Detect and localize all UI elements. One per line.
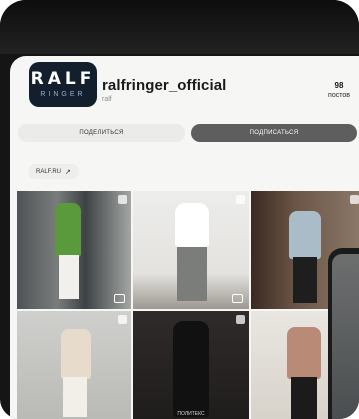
profile-handle: ralf bbox=[102, 96, 112, 103]
phone-frame: RALF RINGER ralfringer_official ralf 98 … bbox=[0, 0, 359, 419]
post-photo-figure bbox=[291, 377, 317, 419]
multi-photo-icon bbox=[350, 195, 359, 204]
profile-screen: RALF RINGER ralfringer_official ralf 98 … bbox=[10, 56, 359, 419]
subscribe-button[interactable]: ПОДПИСАТЬСЯ bbox=[191, 124, 357, 142]
reel-icon bbox=[232, 294, 243, 303]
post-photo-figure bbox=[55, 203, 81, 257]
post-photo-figure bbox=[287, 327, 321, 379]
profile-avatar[interactable]: RALF RINGER bbox=[29, 62, 97, 107]
post-photo-figure bbox=[289, 211, 321, 259]
post-tile[interactable] bbox=[17, 311, 131, 419]
posts-stat: 98 постов bbox=[319, 81, 359, 100]
external-link-icon: ↗ bbox=[65, 168, 71, 176]
post-tile[interactable]: ПОЛИТЕКС bbox=[133, 311, 249, 419]
post-photo-figure bbox=[59, 255, 79, 299]
posts-grid: ПОЛИТЕКС bbox=[17, 191, 359, 419]
post-caption: ПОЛИТЕКС bbox=[177, 411, 205, 417]
posts-count: 98 bbox=[334, 81, 344, 90]
multi-photo-icon bbox=[118, 195, 127, 204]
reel-icon bbox=[114, 294, 125, 303]
post-photo-figure bbox=[177, 247, 207, 301]
website-link-label: RALF.RU bbox=[36, 168, 62, 175]
avatar-logo-subtext: RINGER bbox=[40, 90, 86, 98]
post-photo-figure bbox=[175, 203, 209, 247]
multi-photo-icon bbox=[236, 315, 245, 324]
multi-photo-icon bbox=[118, 315, 127, 324]
post-tile[interactable] bbox=[133, 191, 249, 309]
post-tile[interactable] bbox=[17, 191, 131, 309]
profile-username: ralfringer_official bbox=[102, 77, 227, 94]
secondary-device-screen bbox=[332, 254, 359, 419]
website-link[interactable]: RALF.RU ↗ bbox=[28, 164, 79, 179]
post-photo-figure bbox=[61, 329, 91, 379]
posts-label: постов bbox=[328, 92, 350, 99]
post-photo-figure bbox=[63, 377, 87, 417]
share-button[interactable]: ПОДЕЛИТЬСЯ bbox=[18, 124, 185, 142]
device-top-bezel bbox=[0, 0, 359, 54]
avatar-logo-text: RALF bbox=[30, 68, 96, 89]
post-photo-figure bbox=[173, 321, 209, 417]
post-photo-figure bbox=[293, 257, 317, 303]
multi-photo-icon bbox=[236, 195, 245, 204]
secondary-device-frame bbox=[328, 248, 359, 419]
